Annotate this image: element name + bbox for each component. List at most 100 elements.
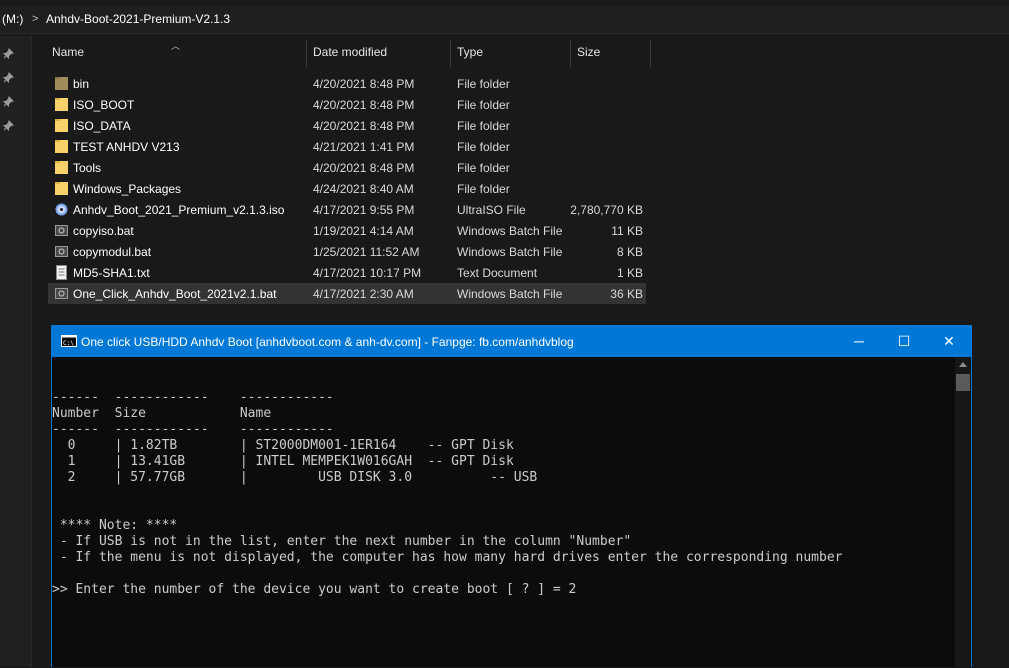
column-divider[interactable] [570,40,571,67]
file-row[interactable]: copyiso.bat 1/19/2021 4:14 AM Windows Ba… [48,220,646,241]
file-date: 4/17/2021 2:30 AM [313,287,414,301]
batch-file-icon [55,288,68,299]
file-date: 4/20/2021 8:48 PM [313,98,415,112]
console-line: 1 | 13.41GB | INTEL MEMPEK1W016GAH -- GP… [52,454,514,469]
file-type: File folder [457,182,510,196]
column-header-size[interactable]: Size [577,45,600,65]
column-divider[interactable] [650,40,651,67]
folder-icon [55,140,68,153]
file-row[interactable]: TEST ANHDV V213 4/21/2021 1:41 PM File f… [48,136,646,157]
file-date: 1/25/2021 11:52 AM [313,245,420,259]
batch-file-icon [55,225,68,236]
file-name: Windows_Packages [73,182,182,196]
file-type: File folder [457,119,510,133]
pin-icon[interactable] [3,48,14,59]
console-titlebar[interactable]: C:\ One click USB/HDD Anhdv Boot [anhdvb… [52,326,971,357]
file-type: UltraISO File [457,203,526,217]
file-date: 4/17/2021 10:17 PM [313,266,422,280]
file-name: TEST ANHDV V213 [73,140,180,154]
file-row[interactable]: Anhdv_Boot_2021_Premium_v2.1.3.iso 4/17/… [48,199,646,220]
file-name: copymodul.bat [73,245,152,259]
file-row[interactable]: copymodul.bat 1/25/2021 11:52 AM Windows… [48,241,646,262]
console-app-icon: C:\ [61,335,77,347]
sort-ascending-icon: ︿ [171,41,181,51]
navigation-pane [0,36,32,667]
column-divider[interactable] [450,40,451,67]
pin-icon[interactable] [3,96,14,107]
console-line: 0 | 1.82TB | ST2000DM001-1ER164 -- GPT D… [52,438,514,453]
file-row[interactable]: ISO_BOOT 4/20/2021 8:48 PM File folder [48,94,646,115]
console-output[interactable]: ------ ------------ ------------ Number … [52,357,956,668]
breadcrumb-chevron-icon: > [32,13,39,25]
file-date: 4/20/2021 8:48 PM [313,161,415,175]
minimize-button[interactable]: ─ [836,326,882,357]
console-line: Number Size Name [52,406,272,421]
console-scrollbar[interactable] [955,357,971,668]
console-title: One click USB/HDD Anhdv Boot [anhdvboot.… [81,335,574,349]
console-line: 2 | 57.77GB | USB DISK 3.0 -- USB [52,470,538,485]
folder-icon [55,119,68,132]
column-divider[interactable] [306,40,307,67]
file-row[interactable]: MD5-SHA1.txt 4/17/2021 10:17 PM Text Doc… [48,262,646,283]
file-type: File folder [457,140,510,154]
file-name: Anhdv_Boot_2021_Premium_v2.1.3.iso [73,203,285,217]
close-button[interactable]: ✕ [926,326,972,357]
batch-file-icon [55,246,68,257]
folder-dark-icon [55,77,68,90]
file-row[interactable]: Tools 4/20/2021 8:48 PM File folder [48,157,646,178]
file-type: File folder [457,98,510,112]
file-name: ISO_BOOT [73,98,135,112]
console-line: ------ ------------ ------------ [52,422,334,437]
column-header-date[interactable]: Date modified [313,45,387,65]
file-date: 4/21/2021 1:41 PM [313,140,415,154]
file-name: ISO_DATA [73,119,131,133]
console-line: - If USB is not in the list, enter the n… [52,534,632,549]
file-size: 11 KB [611,224,643,238]
file-type: Windows Batch File [457,287,563,301]
file-row-selected[interactable]: One_Click_Anhdv_Boot_2021v2.1.bat 4/17/2… [48,283,646,304]
file-name: copyiso.bat [73,224,134,238]
scrollbar-thumb[interactable] [956,374,970,391]
file-size: 36 KB [610,287,643,301]
file-type: Text Document [457,266,538,280]
column-header-type[interactable]: Type [457,45,483,65]
file-name: One_Click_Anhdv_Boot_2021v2.1.bat [73,287,277,301]
file-type: File folder [457,161,510,175]
file-size: 2,780,770 KB [570,203,643,217]
disc-icon [55,203,68,216]
folder-icon [55,161,68,174]
breadcrumb-drive[interactable]: (M:) [2,12,23,26]
address-field[interactable]: (M:) > Anhdv-Boot-2021-Premium-V2.1.3 [0,6,1009,34]
console-line: ------ ------------ ------------ [52,390,334,405]
svg-text:C:\: C:\ [63,340,74,347]
pin-icon[interactable] [3,72,14,83]
file-name: MD5-SHA1.txt [73,266,150,280]
file-row[interactable]: ISO_DATA 4/20/2021 8:48 PM File folder [48,115,646,136]
file-row[interactable]: bin 4/20/2021 8:48 PM File folder [48,73,646,94]
console-line: **** Note: **** [52,518,178,533]
console-window[interactable]: C:\ One click USB/HDD Anhdv Boot [anhdvb… [51,325,972,668]
file-size: 8 KB [616,245,643,259]
file-type: Windows Batch File [457,224,563,238]
file-date: 4/24/2021 8:40 AM [313,182,414,196]
maximize-button[interactable]: ☐ [881,326,927,357]
file-date: 4/20/2021 8:48 PM [313,119,415,133]
folder-icon [55,182,68,195]
column-header-name[interactable]: Name [52,45,84,65]
address-bar[interactable]: (M:) > Anhdv-Boot-2021-Premium-V2.1.3 [0,0,1009,36]
console-prompt-line[interactable]: >> Enter the number of the device you wa… [52,582,576,598]
breadcrumb-folder[interactable]: Anhdv-Boot-2021-Premium-V2.1.3 [46,12,230,26]
file-date: 1/19/2021 4:14 AM [313,224,414,238]
file-name: bin [73,77,90,91]
file-date: 4/20/2021 8:48 PM [313,77,415,91]
console-line: - If the menu is not displayed, the comp… [52,550,843,565]
text-file-icon [56,265,67,280]
file-size: 1 KB [616,266,643,280]
folder-icon [55,98,68,111]
file-type: File folder [457,77,510,91]
file-row[interactable]: Windows_Packages 4/24/2021 8:40 AM File … [48,178,646,199]
file-name: Tools [73,161,102,175]
file-date: 4/17/2021 9:55 PM [313,203,415,217]
pin-icon[interactable] [3,120,14,131]
scroll-up-arrow-icon[interactable] [959,362,967,367]
